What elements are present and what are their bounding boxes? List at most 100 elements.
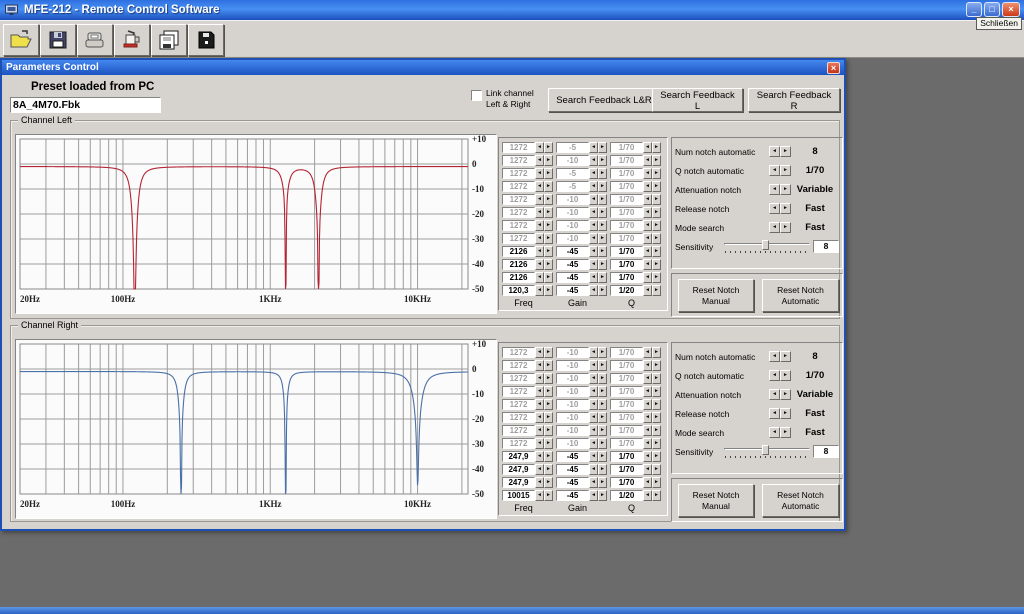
gain-increment-button[interactable]: ► <box>598 425 607 436</box>
freq-increment-button[interactable]: ► <box>544 451 553 462</box>
close-button[interactable]: × <box>1002 2 1020 17</box>
gain-increment-button[interactable]: ► <box>598 386 607 397</box>
q-increment-button[interactable]: ► <box>652 220 661 231</box>
channel-right-q-value[interactable]: 1/70 <box>610 386 643 397</box>
reset-notch-automatic-button[interactable]: Reset Notch Automatic <box>762 484 839 517</box>
gain-increment-button[interactable]: ► <box>598 399 607 410</box>
channel-right-q-value[interactable]: 1/70 <box>610 425 643 436</box>
gain-increment-button[interactable]: ► <box>598 490 607 501</box>
q-increment-button[interactable]: ► <box>652 373 661 384</box>
channel-right-gain-value[interactable]: -10 <box>556 425 589 436</box>
gain-increment-button[interactable]: ► <box>598 246 607 257</box>
freq-increment-button[interactable]: ► <box>544 373 553 384</box>
freq-decrement-button[interactable]: ◄ <box>535 477 544 488</box>
channel-right-q-value[interactable]: 1/70 <box>610 477 643 488</box>
attenuation-notch-increment-button[interactable]: ► <box>780 389 791 400</box>
channel-left-q-value[interactable]: 1/70 <box>610 155 643 166</box>
gain-decrement-button[interactable]: ◄ <box>589 194 598 205</box>
q-decrement-button[interactable]: ◄ <box>643 142 652 153</box>
q-increment-button[interactable]: ► <box>652 347 661 358</box>
freq-decrement-button[interactable]: ◄ <box>535 464 544 475</box>
channel-right-freq-value[interactable]: 1272 <box>502 425 535 436</box>
slider-thumb[interactable] <box>762 445 769 455</box>
reset-notch-automatic-button[interactable]: Reset Notch Automatic <box>762 279 839 312</box>
open-file-button[interactable] <box>3 24 39 56</box>
channel-left-freq-value[interactable]: 2126 <box>502 259 535 270</box>
channel-left-gain-value[interactable]: -45 <box>556 259 589 270</box>
channel-left-q-value[interactable]: 1/70 <box>610 246 643 257</box>
channel-right-q-value[interactable]: 1/70 <box>610 347 643 358</box>
channel-right-freq-value[interactable]: 247,9 <box>502 464 535 475</box>
search-feedback-r-button[interactable]: Search Feedback R <box>748 88 840 112</box>
freq-increment-button[interactable]: ► <box>544 220 553 231</box>
channel-left-freq-value[interactable]: 1272 <box>502 233 535 244</box>
freq-decrement-button[interactable]: ◄ <box>535 451 544 462</box>
freq-decrement-button[interactable]: ◄ <box>535 399 544 410</box>
sensitivity-value[interactable]: 8 <box>813 240 839 253</box>
q-increment-button[interactable]: ► <box>652 194 661 205</box>
gain-decrement-button[interactable]: ◄ <box>589 438 598 449</box>
gain-decrement-button[interactable]: ◄ <box>589 233 598 244</box>
dialog-titlebar[interactable]: Parameters Control × <box>2 60 844 75</box>
preset-input[interactable] <box>10 97 161 113</box>
reset-notch-manual-button[interactable]: Reset Notch Manual <box>678 484 754 517</box>
gain-increment-button[interactable]: ► <box>598 477 607 488</box>
gain-decrement-button[interactable]: ◄ <box>589 399 598 410</box>
q-increment-button[interactable]: ► <box>652 233 661 244</box>
channel-left-q-value[interactable]: 1/70 <box>610 207 643 218</box>
q-decrement-button[interactable]: ◄ <box>643 373 652 384</box>
channel-left-gain-value[interactable]: -5 <box>556 168 589 179</box>
q-increment-button[interactable]: ► <box>652 207 661 218</box>
channel-left-freq-value[interactable]: 1272 <box>502 194 535 205</box>
channel-left-freq-value[interactable]: 1272 <box>502 220 535 231</box>
freq-increment-button[interactable]: ► <box>544 181 553 192</box>
channel-left-q-value[interactable]: 1/70 <box>610 259 643 270</box>
channel-right-freq-value[interactable]: 1272 <box>502 373 535 384</box>
q-decrement-button[interactable]: ◄ <box>643 246 652 257</box>
channel-right-freq-value[interactable]: 1272 <box>502 399 535 410</box>
channel-right-q-value[interactable]: 1/70 <box>610 438 643 449</box>
channel-left-freq-value[interactable]: 2126 <box>502 272 535 283</box>
q-notch-automatic-increment-button[interactable]: ► <box>780 165 791 176</box>
freq-decrement-button[interactable]: ◄ <box>535 168 544 179</box>
q-increment-button[interactable]: ► <box>652 477 661 488</box>
q-decrement-button[interactable]: ◄ <box>643 181 652 192</box>
q-increment-button[interactable]: ► <box>652 490 661 501</box>
release-notch-increment-button[interactable]: ► <box>780 203 791 214</box>
gain-decrement-button[interactable]: ◄ <box>589 272 598 283</box>
num-notch-automatic-decrement-button[interactable]: ◄ <box>769 351 780 362</box>
q-decrement-button[interactable]: ◄ <box>643 155 652 166</box>
q-increment-button[interactable]: ► <box>652 360 661 371</box>
gain-decrement-button[interactable]: ◄ <box>589 412 598 423</box>
gain-decrement-button[interactable]: ◄ <box>589 142 598 153</box>
release-notch-decrement-button[interactable]: ◄ <box>769 203 780 214</box>
q-increment-button[interactable]: ► <box>652 386 661 397</box>
freq-increment-button[interactable]: ► <box>544 246 553 257</box>
q-decrement-button[interactable]: ◄ <box>643 490 652 501</box>
gain-decrement-button[interactable]: ◄ <box>589 386 598 397</box>
freq-increment-button[interactable]: ► <box>544 259 553 270</box>
mode-search-increment-button[interactable]: ► <box>780 222 791 233</box>
channel-left-gain-value[interactable]: -45 <box>556 272 589 283</box>
freq-decrement-button[interactable]: ◄ <box>535 347 544 358</box>
sensitivity-slider[interactable] <box>724 240 810 253</box>
q-decrement-button[interactable]: ◄ <box>643 194 652 205</box>
channel-right-q-value[interactable]: 1/20 <box>610 490 643 501</box>
q-increment-button[interactable]: ► <box>652 412 661 423</box>
channel-left-freq-value[interactable]: 1272 <box>502 168 535 179</box>
channel-right-freq-value[interactable]: 1272 <box>502 438 535 449</box>
gain-decrement-button[interactable]: ◄ <box>589 168 598 179</box>
sensitivity-slider[interactable] <box>724 445 810 458</box>
channel-right-freq-value[interactable]: 1272 <box>502 347 535 358</box>
gain-decrement-button[interactable]: ◄ <box>589 373 598 384</box>
attenuation-notch-increment-button[interactable]: ► <box>780 184 791 195</box>
q-increment-button[interactable]: ► <box>652 464 661 475</box>
window-titlebar[interactable]: MFE-212 - Remote Control Software _ □ × <box>0 0 1024 20</box>
q-increment-button[interactable]: ► <box>652 438 661 449</box>
channel-right-gain-value[interactable]: -10 <box>556 399 589 410</box>
channel-right-gain-value[interactable]: -10 <box>556 373 589 384</box>
num-notch-automatic-increment-button[interactable]: ► <box>780 146 791 157</box>
channel-right-gain-value[interactable]: -45 <box>556 490 589 501</box>
gain-decrement-button[interactable]: ◄ <box>589 360 598 371</box>
gain-increment-button[interactable]: ► <box>598 347 607 358</box>
